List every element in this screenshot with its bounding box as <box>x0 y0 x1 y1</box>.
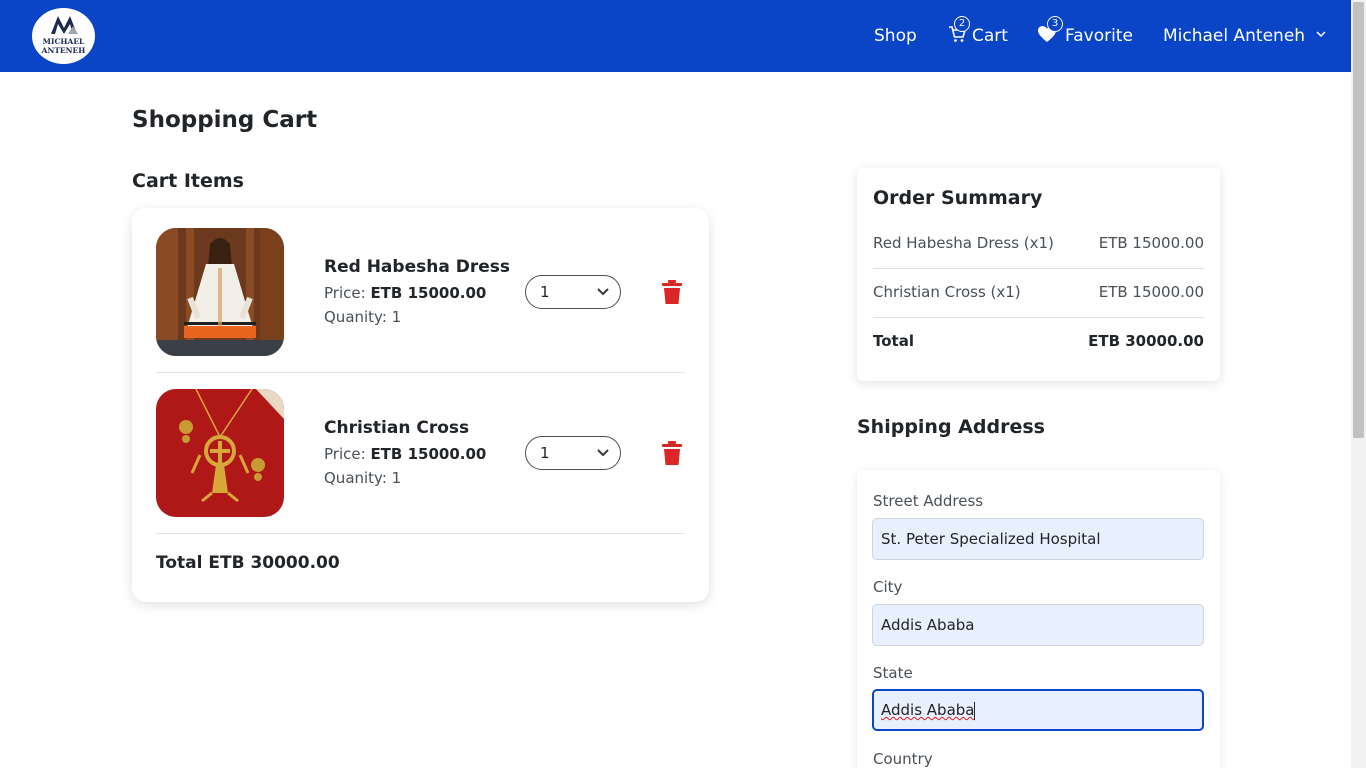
page: MICHAEL ANTENEH Shop 2 Cart 3 Favorite M… <box>0 0 1366 768</box>
quantity-select-value: 1 <box>540 283 550 301</box>
quantity-select[interactable]: 1 <box>525 436 621 470</box>
favorite-count-badge: 3 <box>1047 16 1063 32</box>
cart-item-image-cross[interactable] <box>156 389 284 517</box>
item-divider <box>156 533 685 534</box>
cart-count-badge: 2 <box>954 16 970 32</box>
nav-favorite-link[interactable]: 3 Favorite <box>1037 16 1133 48</box>
nav-cart-link[interactable]: 2 Cart <box>948 16 1008 48</box>
summary-total-value: ETB 30000.00 <box>1088 332 1204 350</box>
nav-shop-link[interactable]: Shop <box>874 24 917 48</box>
cart-item-name: Red Habesha Dress <box>324 257 510 277</box>
price-label: Price: <box>324 284 366 302</box>
logo-text-line2: ANTENEH <box>41 46 86 55</box>
chevron-down-icon <box>597 288 609 296</box>
state-label: State <box>873 664 913 682</box>
street-address-label: Street Address <box>873 492 984 510</box>
chevron-down-icon <box>1316 31 1326 38</box>
cart-items-card: Red Habesha Dress Price: ETB 15000.00 Qu… <box>132 208 709 602</box>
summary-divider <box>873 268 1204 269</box>
page-title: Shopping Cart <box>132 107 318 133</box>
cart-total: Total ETB 30000.00 <box>156 553 340 573</box>
item-divider <box>156 372 685 373</box>
logo-text-line1: MICHAEL <box>42 37 85 46</box>
navbar: MICHAEL ANTENEH Shop 2 Cart 3 Favorite M… <box>0 0 1351 72</box>
shipping-address-heading: Shipping Address <box>857 416 1045 438</box>
nav-favorite-label: Favorite <box>1065 26 1133 46</box>
summary-row: Red Habesha Dress (x1) ETB 15000.00 <box>873 233 1204 253</box>
cart-item-name: Christian Cross <box>324 418 470 438</box>
country-label: Country <box>873 750 933 768</box>
city-input[interactable]: Addis Ababa <box>872 604 1204 646</box>
cart-item-price: Price: ETB 15000.00 <box>324 444 486 464</box>
logo-mountain-icon <box>51 16 78 34</box>
state-input-value: Addis Ababa <box>881 701 975 719</box>
page-scrollbar-thumb[interactable] <box>1353 2 1364 438</box>
summary-row-label: Christian Cross (x1) <box>873 283 1021 301</box>
summary-total-label: Total <box>873 332 914 350</box>
shipping-form-card: Street Address St. Peter Specialized Hos… <box>857 470 1220 768</box>
nav-cart-label: Cart <box>972 26 1008 46</box>
cart-item-quantity-text: Quanity: 1 <box>324 308 402 326</box>
order-summary-title: Order Summary <box>873 187 1043 209</box>
delete-trash-icon[interactable] <box>662 441 682 465</box>
brand-logo[interactable]: MICHAEL ANTENEH <box>32 8 95 64</box>
cart-item-quantity-text: Quanity: 1 <box>324 469 402 487</box>
habesha-dress-photo-icon <box>156 228 284 356</box>
summary-row-label: Red Habesha Dress (x1) <box>873 234 1054 252</box>
chevron-down-icon <box>597 449 609 457</box>
price-label: Price: <box>324 445 366 463</box>
order-summary-card: Order Summary Red Habesha Dress (x1) ETB… <box>857 168 1220 381</box>
city-label: City <box>873 578 903 596</box>
user-menu-toggle[interactable]: Michael Anteneh <box>1163 24 1326 48</box>
cart-item-image-dress[interactable] <box>156 228 284 356</box>
summary-divider <box>873 317 1204 318</box>
heart-icon: 3 <box>1037 16 1063 43</box>
state-input[interactable]: Addis Ababa <box>872 689 1204 731</box>
summary-total-row: Total ETB 30000.00 <box>873 331 1204 351</box>
cart-icon: 2 <box>948 16 970 43</box>
summary-row-value: ETB 15000.00 <box>1098 283 1204 301</box>
summary-row-value: ETB 15000.00 <box>1098 234 1204 252</box>
cart-item-price: Price: ETB 15000.00 <box>324 283 486 303</box>
street-address-input[interactable]: St. Peter Specialized Hospital <box>872 518 1204 560</box>
summary-row: Christian Cross (x1) ETB 15000.00 <box>873 282 1204 302</box>
cross-necklace-photo-icon <box>156 389 284 517</box>
cart-items-heading: Cart Items <box>132 170 244 192</box>
quantity-select[interactable]: 1 <box>525 275 621 309</box>
price-value: ETB 15000.00 <box>370 284 487 302</box>
delete-trash-icon[interactable] <box>662 280 682 304</box>
user-name: Michael Anteneh <box>1163 26 1306 46</box>
quantity-select-value: 1 <box>540 444 550 462</box>
text-caret <box>974 701 976 720</box>
price-value: ETB 15000.00 <box>370 445 487 463</box>
